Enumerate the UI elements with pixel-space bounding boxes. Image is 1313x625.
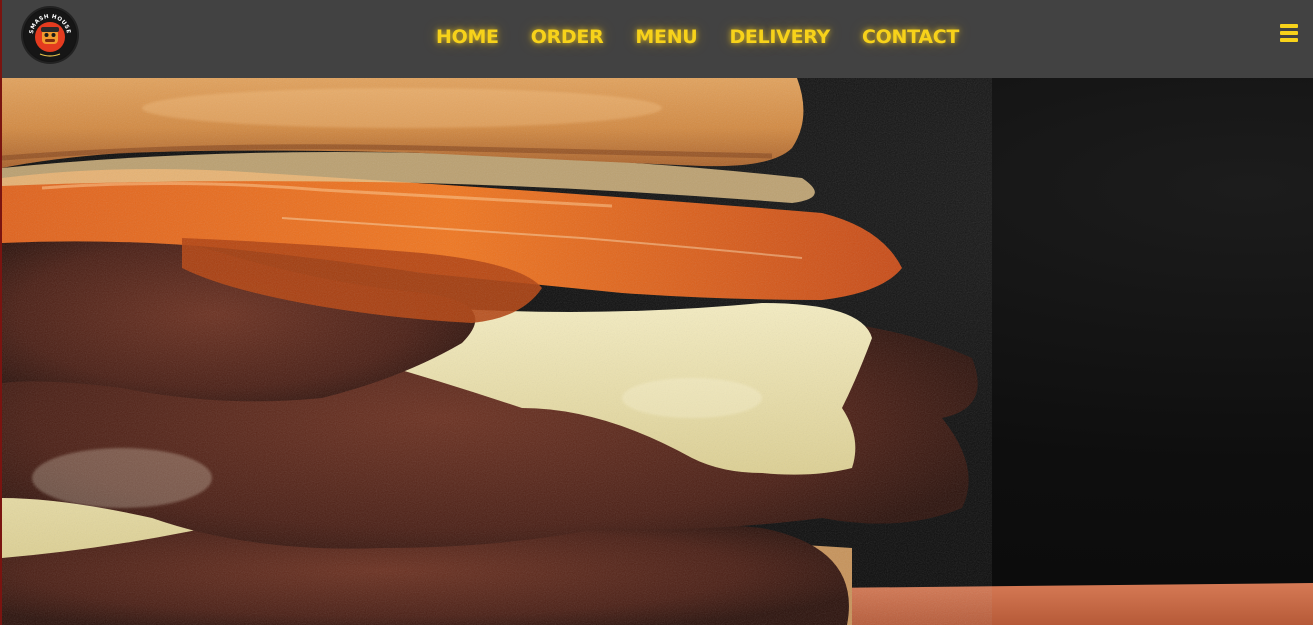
nav-order-link[interactable]: ORDER	[531, 22, 604, 52]
hero-section	[2, 78, 1313, 625]
menu-bar-3	[1280, 38, 1298, 42]
brand-logo[interactable]: SMASH HOUSE	[23, 8, 77, 62]
navbar: SMASH HOUSE HOME ORDER MENU DELIVERY CON…	[2, 0, 1313, 78]
nav-home-link[interactable]: HOME	[436, 22, 499, 52]
hamburger-menu-icon[interactable]	[1280, 24, 1298, 42]
burger-hero-image	[2, 78, 1313, 625]
menu-bar-1	[1280, 24, 1298, 28]
menu-bar-2	[1280, 31, 1298, 35]
main-nav: HOME ORDER MENU DELIVERY CONTACT	[436, 22, 959, 52]
nav-menu-link[interactable]: MENU	[635, 22, 697, 52]
page: SMASH HOUSE HOME ORDER MENU DELIVERY CON…	[0, 0, 1313, 625]
nav-delivery-link[interactable]: DELIVERY	[729, 22, 830, 52]
nav-contact-link[interactable]: CONTACT	[862, 22, 959, 52]
mascot-logo-icon: SMASH HOUSE	[24, 9, 76, 61]
